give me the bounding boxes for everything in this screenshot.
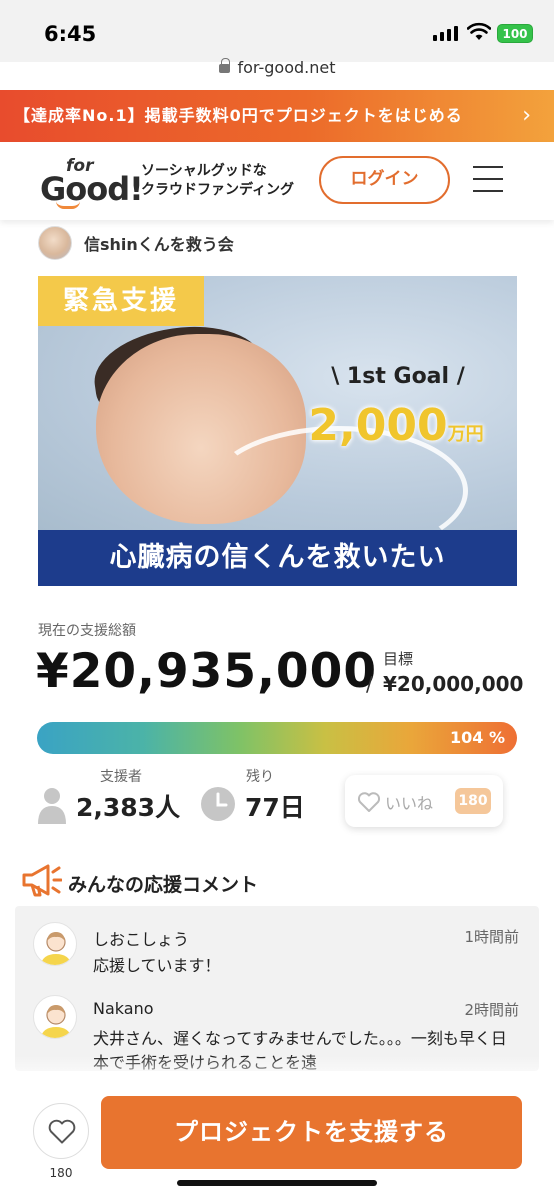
progress-percent: 104 % xyxy=(450,728,505,747)
login-button[interactable]: ログイン xyxy=(319,156,450,204)
heart-outline-icon xyxy=(48,1119,76,1144)
remaining-stat: 残り 77日 xyxy=(200,766,330,830)
like-label: いいね xyxy=(385,794,434,813)
total-label: 現在の支援総額 xyxy=(38,623,136,639)
hero-goal-label: \ 1st Goal / xyxy=(331,364,465,389)
url-text: for-good.net xyxy=(237,58,336,77)
like-count: 180 xyxy=(455,788,491,814)
wifi-icon xyxy=(467,22,491,40)
goal-label: 目標 xyxy=(383,650,414,668)
lock-icon xyxy=(218,58,230,73)
tagline-line-1: ソーシャルグッドな xyxy=(141,163,267,179)
commenter-avatar xyxy=(33,995,77,1039)
commenter-avatar xyxy=(33,922,77,966)
status-time: 6:45 xyxy=(44,22,97,46)
logo[interactable]: for Good! xyxy=(40,156,144,209)
urgent-badge: 緊急支援 xyxy=(38,276,204,326)
promo-text: 【達成率No.1】掲載手数料0円でプロジェクトをはじめる xyxy=(14,106,463,125)
comments-list: しおこしょう 1時間前 応援しています！ Nakano 2時間前 犬井さん、遅く… xyxy=(15,906,539,1071)
address-bar[interactable]: for-good.net xyxy=(0,58,554,77)
commenter-name: Nakano xyxy=(93,999,154,1018)
person-icon xyxy=(38,788,66,824)
clock-icon xyxy=(201,787,235,821)
signal-icon xyxy=(433,26,458,41)
owner-avatar xyxy=(38,226,72,260)
remaining-label: 残り xyxy=(246,769,274,785)
hero-caption: 心臓病の信くんを救いたい xyxy=(38,530,517,586)
battery-icon: 100 xyxy=(497,24,533,43)
total-amount: ¥20,935,000 xyxy=(36,644,378,699)
project-owner[interactable]: 信shinくんを救う会 xyxy=(38,226,234,260)
heart-outline-icon xyxy=(357,792,381,812)
page: 6:45 100 for-good.net 【達成率No.1】掲載手数料0円でプ… xyxy=(0,0,554,1199)
commenter-name: しおこしょう xyxy=(93,930,190,949)
user-avatar-icon xyxy=(40,1005,72,1038)
hero-goal-unit: 万円 xyxy=(447,424,484,445)
home-indicator xyxy=(177,1180,377,1186)
hero-goal-amount: 2,000万円 xyxy=(296,400,496,451)
megaphone-icon xyxy=(22,864,62,897)
supporters-value: 2,383人 xyxy=(76,793,181,822)
progress-bar: 104 % xyxy=(37,722,517,754)
comments-title: みんなの応援コメント xyxy=(68,874,259,896)
supporters-label: 支援者 xyxy=(100,769,142,785)
like-button[interactable]: いいね 180 xyxy=(345,775,503,827)
hero-goal-number: 2,000 xyxy=(308,400,448,451)
bottom-action-bar: 180 プロジェクトを支援する xyxy=(0,1080,554,1199)
total-separator: / xyxy=(366,672,373,696)
status-bar: 6:45 100 for-good.net xyxy=(0,0,554,77)
tagline-line-2: クラウドファンディング xyxy=(141,182,295,198)
support-project-button[interactable]: プロジェクトを支援する xyxy=(101,1096,522,1169)
remaining-value: 77日 xyxy=(245,793,305,822)
tagline: ソーシャルグッドな クラウドファンディング xyxy=(141,162,294,200)
project-hero-image[interactable]: 緊急支援 \ 1st Goal / 2,000万円 心臓病の信くんを救いたい xyxy=(38,276,517,586)
supporters-stat: 支援者 2,383人 xyxy=(38,766,188,830)
comment-time: 1時間前 xyxy=(464,928,519,946)
comment-time: 2時間前 xyxy=(464,1001,519,1019)
promo-banner[interactable]: 【達成率No.1】掲載手数料0円でプロジェクトをはじめる › xyxy=(0,90,554,142)
site-header: for Good! ソーシャルグッドな クラウドファンディング ログイン xyxy=(0,142,554,220)
goal-amount: ¥20,000,000 xyxy=(383,672,524,696)
user-avatar-icon xyxy=(40,932,72,965)
owner-name: 信shinくんを救う会 xyxy=(84,235,234,254)
favorite-button[interactable] xyxy=(33,1103,89,1159)
comment-text: 応援しています！ xyxy=(93,956,221,975)
favorite-count: 180 xyxy=(49,1166,73,1180)
hamburger-menu-icon[interactable] xyxy=(473,166,503,194)
chevron-right-icon: › xyxy=(522,103,532,128)
